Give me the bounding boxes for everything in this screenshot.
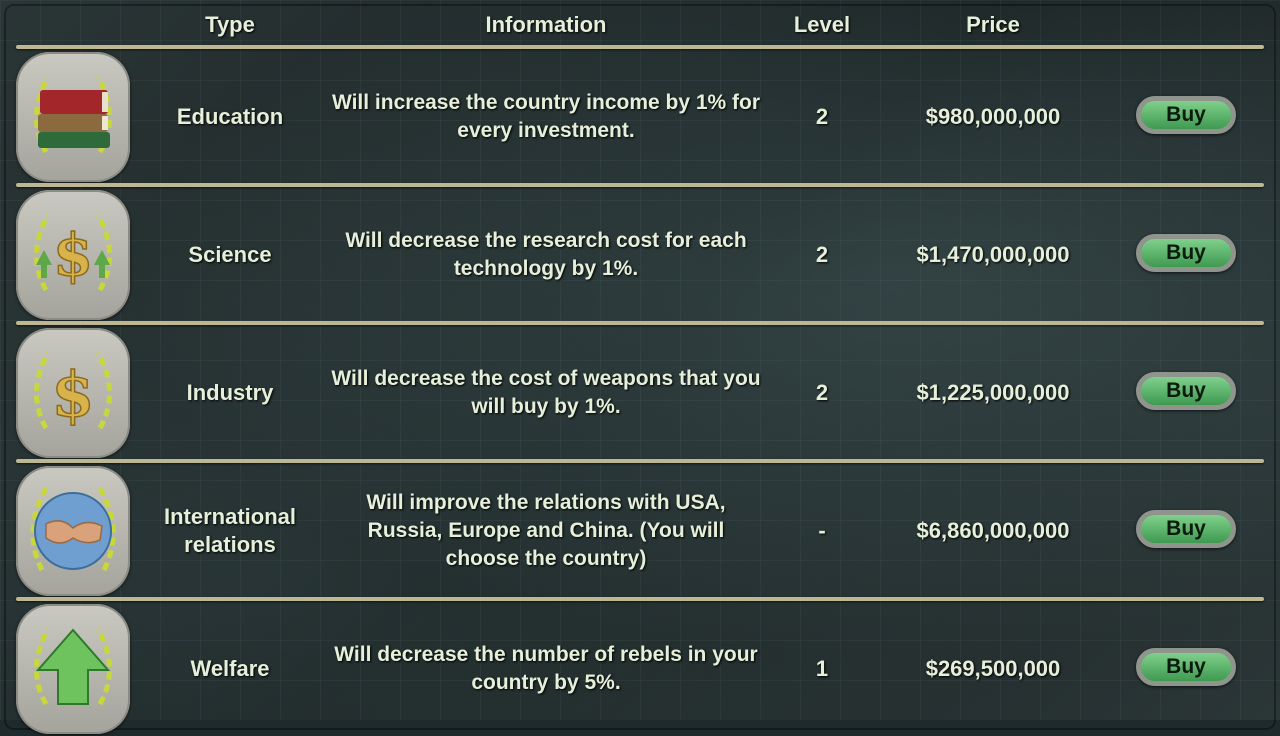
buy-button-industry[interactable]: Buy	[1136, 372, 1236, 410]
information-text: Will decrease the research cost for each…	[345, 229, 747, 280]
row-divider	[16, 183, 1264, 187]
type-label: Welfare	[190, 656, 270, 681]
handshake-globe-icon	[16, 466, 130, 596]
row-divider	[16, 459, 1264, 463]
buy-button-welfare[interactable]: Buy	[1136, 648, 1236, 686]
information-text: Will improve the relations with USA, Rus…	[366, 491, 726, 570]
buy-button-science[interactable]: Buy	[1136, 234, 1236, 272]
header-level: Level	[793, 12, 851, 37]
header-information: Information	[485, 12, 607, 37]
price-value: $980,000,000	[925, 104, 1061, 129]
buy-button-international-relations[interactable]: Buy	[1136, 510, 1236, 548]
buy-button-education[interactable]: Buy	[1136, 96, 1236, 134]
level-value: 2	[815, 242, 829, 267]
information-text: Will decrease the cost of weapons that y…	[331, 367, 761, 418]
price-value: $1,225,000,000	[916, 380, 1070, 405]
table-row-international-relations: International relations Will improve the…	[0, 464, 1280, 598]
table-row-science: $ Science Will decrease the research cos…	[0, 188, 1280, 322]
level-value: -	[818, 518, 826, 543]
level-value: 2	[815, 104, 829, 129]
level-value: 2	[815, 380, 829, 405]
table-row-education: Education Will increase the country inco…	[0, 50, 1280, 184]
header-price: Price	[966, 12, 1020, 37]
header-type: Type	[205, 12, 255, 37]
type-label: Industry	[186, 380, 274, 405]
price-value: $6,860,000,000	[916, 518, 1070, 543]
type-label: International relations	[163, 504, 296, 557]
svg-text:$: $	[53, 221, 93, 289]
dollar-icon: $	[16, 328, 130, 458]
table-row-industry: $ Industry Will decrease the cost of wea…	[0, 326, 1280, 460]
row-divider	[16, 321, 1264, 325]
information-text: Will increase the country income by 1% f…	[331, 91, 761, 142]
table-header: Type Information Level Price	[0, 0, 1280, 48]
level-value: 1	[815, 656, 829, 681]
table-row-welfare: Welfare Will decrease the number of rebe…	[0, 602, 1280, 736]
row-divider	[16, 597, 1264, 601]
up-arrow-icon	[16, 604, 130, 734]
information-text: Will decrease the number of rebels in yo…	[334, 643, 758, 694]
price-value: $269,500,000	[925, 656, 1061, 681]
books-icon	[16, 52, 130, 182]
price-value: $1,470,000,000	[916, 242, 1070, 267]
type-label: Science	[188, 242, 272, 267]
type-label: Education	[176, 104, 284, 129]
header-divider	[16, 45, 1264, 49]
svg-text:$: $	[51, 358, 94, 431]
dollar-arrows-icon: $	[16, 190, 130, 320]
